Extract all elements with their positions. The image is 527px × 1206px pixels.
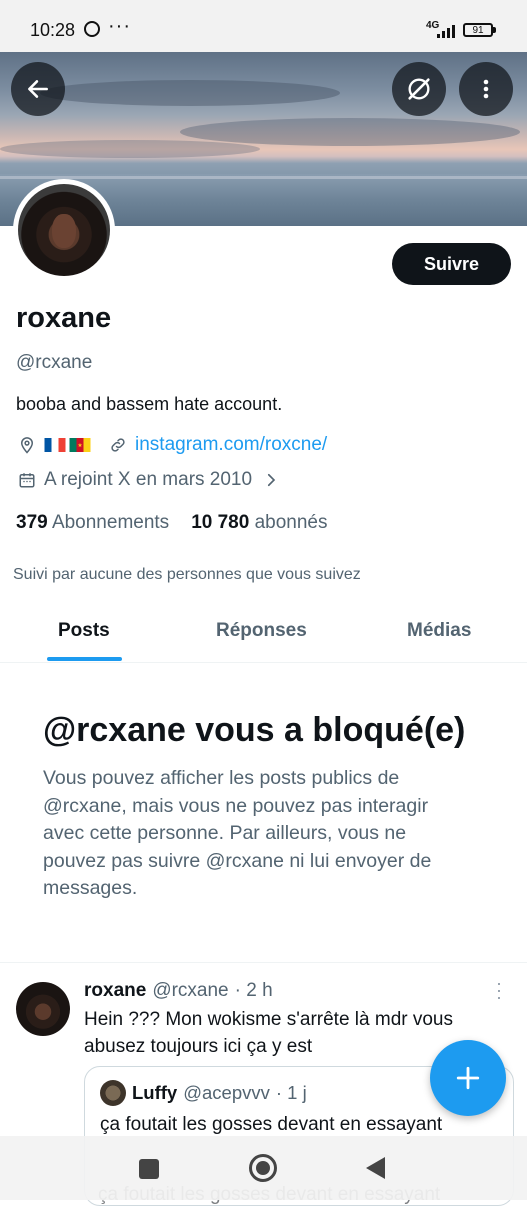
follow-button[interactable]: Suivre (392, 243, 511, 285)
chevron-right-icon (268, 473, 276, 487)
post-header: roxane @rcxane · 2 h (84, 980, 273, 1002)
tab-replies[interactable]: Réponses (216, 620, 307, 642)
tab-posts[interactable]: Posts (58, 620, 110, 642)
blocked-title: @rcxane vous a bloqué(e) (43, 711, 466, 749)
followers-link[interactable]: 10 780 abonnés (191, 512, 327, 534)
cameroon-flag-icon (69, 438, 91, 452)
recent-apps-icon[interactable] (139, 1159, 159, 1179)
post-time: · 2 h (234, 980, 273, 1001)
vertical-dots-icon (483, 79, 489, 99)
post-avatar[interactable] (16, 982, 70, 1036)
profile-link[interactable]: instagram.com/roxcne/ (135, 434, 327, 456)
banner-cloud (180, 118, 520, 146)
profile-bio: booba and bassem hate account. (16, 394, 283, 414)
arrow-left-icon (28, 80, 48, 98)
quote-avatar (100, 1080, 126, 1106)
avatar-image (18, 184, 110, 276)
battery-tip (493, 27, 496, 33)
signal-icon (437, 25, 455, 38)
followed-by-text: Suivi par aucune des personnes que vous … (13, 566, 361, 583)
grok-button[interactable] (392, 62, 446, 116)
more-notifications-icon: ··· (108, 15, 131, 37)
quote-time: · 1 j (275, 1082, 307, 1103)
banner-cloud (40, 80, 340, 106)
quote-text: ça foutait les gosses devant en essayant (100, 1114, 443, 1135)
joined-row[interactable]: A rejoint X en mars 2010 (18, 469, 280, 491)
location-row: instagram.com/roxcne/ (18, 434, 327, 456)
france-flag-icon (44, 438, 66, 452)
blocked-message: Vous pouvez afficher les posts publics d… (43, 767, 432, 899)
compose-button[interactable] (430, 1040, 506, 1116)
followers-count: 10 780 (191, 512, 250, 533)
profile-handle: @rcxane (16, 352, 93, 373)
more-options-button[interactable] (459, 62, 513, 116)
followers-label: abonnés (254, 512, 328, 533)
banner-cloud (0, 140, 260, 158)
back-button[interactable] (11, 62, 65, 116)
status-time: 10:28 (30, 20, 76, 40)
link-icon (111, 438, 125, 452)
divider (0, 962, 527, 963)
home-icon[interactable] (249, 1154, 277, 1182)
tab-media[interactable]: Médias (407, 620, 471, 642)
following-count: 379 (16, 512, 48, 533)
following-link[interactable]: 379 Abonnements (16, 512, 169, 534)
post-more-icon[interactable]: · · · (494, 974, 504, 1006)
profile-avatar[interactable] (13, 179, 115, 281)
back-triangle-icon[interactable] (366, 1157, 385, 1179)
active-tab-indicator (47, 657, 122, 661)
following-label: Abonnements (51, 512, 170, 533)
joined-date: A rejoint X en mars 2010 (44, 469, 253, 490)
follow-counts: 379 Abonnements 10 780 abonnés (16, 512, 328, 534)
grok-icon (408, 78, 430, 100)
home-dot (256, 1161, 270, 1175)
battery-icon: 91 (463, 23, 493, 37)
post-text: Hein ??? Mon wokisme s'arrête là mdr vou… (84, 1009, 453, 1057)
quote-header: Luffy @acepvvv · 1 j (132, 1082, 307, 1104)
post-author-handle[interactable]: @rcxane (152, 980, 228, 1002)
profile-tabs: Posts Réponses Médias (0, 606, 527, 663)
location-pin-icon (20, 437, 34, 454)
banner-horizon (0, 176, 527, 179)
plus-icon (456, 1066, 480, 1090)
quote-author-handle: @acepvvv (183, 1082, 270, 1103)
quote-author-name: Luffy (132, 1082, 178, 1103)
avatar-face (52, 214, 76, 248)
whatsapp-icon (84, 21, 100, 37)
post-author-name[interactable]: roxane (84, 980, 146, 1002)
calendar-icon (19, 473, 35, 488)
profile-name: roxane (16, 302, 112, 334)
